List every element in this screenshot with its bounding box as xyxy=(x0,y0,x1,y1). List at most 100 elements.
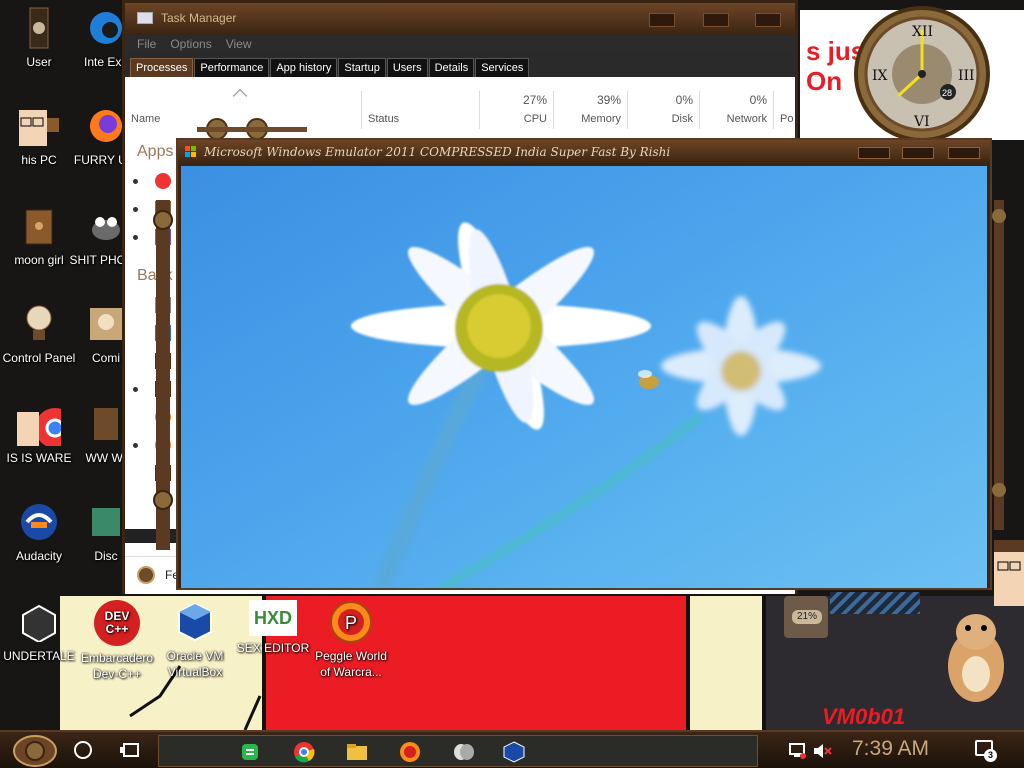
desktop-icon-this-pc[interactable]: his PC xyxy=(0,104,78,168)
clock-numeral-3: III xyxy=(958,68,975,84)
taskbar-file-explorer[interactable] xyxy=(342,739,372,765)
network-icon[interactable] xyxy=(788,742,808,760)
tab-services[interactable]: Services xyxy=(475,58,530,77)
menu-options[interactable]: Options xyxy=(170,35,211,53)
section-apps: Apps xyxy=(137,143,174,160)
desktop-icon-label: Embarcadero Dev-C++ xyxy=(80,651,154,681)
taskbar-notes-app[interactable] xyxy=(235,739,265,765)
desktop-icon-label: SEX EDITOR xyxy=(236,641,310,655)
windows-logo-icon xyxy=(185,146,196,157)
devcpp-icon: DEV C++ xyxy=(94,600,140,646)
volume-muted-icon[interactable] xyxy=(812,742,832,760)
minimize-button[interactable] xyxy=(858,147,890,159)
expand-bullet[interactable] xyxy=(133,179,138,184)
expand-bullet[interactable] xyxy=(133,387,138,392)
bee-cursor-icon xyxy=(638,370,659,389)
chrome-icon xyxy=(294,742,315,763)
emulator-titlebar[interactable]: Microsoft Windows Emulator 2011 COMPRESS… xyxy=(178,140,990,164)
expand-bullet[interactable] xyxy=(133,235,138,240)
folder-trunk-icon xyxy=(17,204,61,248)
desktop-icon-dev-cpp[interactable]: DEV C++ Embarcadero Dev-C++ xyxy=(78,600,156,682)
desktop-icon-label: Audacity xyxy=(15,549,63,563)
taskbar-clock[interactable]: 7:39 AM xyxy=(852,737,929,761)
user-icon xyxy=(17,6,61,50)
desktop-icon-label: his PC xyxy=(21,153,57,167)
close-button[interactable] xyxy=(948,147,980,159)
clock-numeral-6: VI xyxy=(913,114,930,130)
column-memory[interactable]: 39% Memory xyxy=(553,91,627,129)
unity-icon xyxy=(17,600,61,644)
masks-icon xyxy=(454,744,474,760)
close-button[interactable] xyxy=(755,13,781,27)
desktop-icon-undertale[interactable]: UNDERTALE xyxy=(0,600,78,664)
desktop-icon-virtualbox[interactable]: Oracle VM VirtualBox xyxy=(156,600,234,680)
taskbar-chrome[interactable] xyxy=(289,739,319,765)
desktop-icon-label: Control Panel xyxy=(2,351,76,365)
chrome-icon xyxy=(155,173,171,189)
notification-count-badge: 3 xyxy=(984,749,997,762)
gauge-readout: 21% xyxy=(792,610,822,624)
desktop-icon-peggle[interactable]: P Peggle World of Warcra... xyxy=(312,600,390,680)
desktop-icon-hex-editor[interactable]: HXD SEX EDITOR xyxy=(234,600,312,656)
gear-decoration xyxy=(197,118,307,139)
tab-app-history[interactable]: App history xyxy=(270,58,338,77)
taskbar-virtualbox[interactable] xyxy=(499,739,529,765)
desktop-icon-label: User xyxy=(26,55,52,69)
emulator-window[interactable]: Microsoft Windows Emulator 2011 COMPRESS… xyxy=(176,138,992,590)
virtualbox-icon xyxy=(503,741,525,763)
taskbar-masks-app[interactable] xyxy=(449,739,479,765)
clock-date-badge: 28 xyxy=(942,88,952,98)
task-view-button[interactable] xyxy=(120,742,140,758)
clock-numeral-12: XII xyxy=(912,24,933,40)
tab-processes[interactable]: Processes xyxy=(130,58,194,77)
column-cpu[interactable]: 27% CPU xyxy=(479,91,553,129)
start-button[interactable] xyxy=(12,734,58,768)
desktop-icon-user[interactable]: User xyxy=(0,6,78,70)
fewer-details-icon[interactable] xyxy=(137,566,155,584)
maximize-button[interactable] xyxy=(703,13,729,27)
chrome-icon xyxy=(17,402,61,446)
column-disk[interactable]: 0% Disk xyxy=(627,91,699,129)
column-status[interactable]: Status xyxy=(361,91,479,129)
column-power[interactable]: Po xyxy=(773,91,795,129)
expand-bullet[interactable] xyxy=(133,207,138,212)
taskbar: 7:39 AM 3 xyxy=(0,730,1024,768)
memory-percent: 39% xyxy=(596,93,621,107)
emulator-screen[interactable] xyxy=(181,166,987,588)
pipe-decoration xyxy=(153,200,173,550)
taskbar-peggle[interactable] xyxy=(395,739,425,765)
expand-bullet[interactable] xyxy=(133,443,138,448)
taskbar-apps xyxy=(158,735,758,767)
tab-details[interactable]: Details xyxy=(428,58,475,77)
tab-performance[interactable]: Performance xyxy=(194,58,270,77)
desktop-icon-audacity[interactable]: Audacity xyxy=(0,500,78,564)
task-manager-title: Task Manager xyxy=(161,11,237,25)
minimize-button[interactable] xyxy=(649,13,675,27)
task-manager-titlebar[interactable]: Task Manager xyxy=(125,3,795,35)
cpu-percent: 27% xyxy=(522,93,547,107)
peggle-icon xyxy=(400,742,420,762)
pipe-decoration xyxy=(992,200,1006,530)
virtualbox-icon xyxy=(173,600,217,644)
disk-percent: 0% xyxy=(675,93,693,107)
desktop-icon-is-is-ware[interactable]: IS IS WARE xyxy=(0,402,78,466)
desktop-icon-label: IS IS WARE xyxy=(6,451,72,465)
notes-icon xyxy=(242,744,258,760)
maximize-button[interactable] xyxy=(902,147,934,159)
folder-icon xyxy=(347,744,367,760)
daisy-wallpaper-image xyxy=(351,222,821,588)
column-network[interactable]: 0% Network xyxy=(699,91,773,129)
desktop-icon-control-panel[interactable]: Control Panel xyxy=(0,302,78,366)
hxd-icon: HXD xyxy=(249,600,297,636)
search-button[interactable] xyxy=(74,741,92,759)
tab-users[interactable]: Users xyxy=(386,58,428,77)
task-manager-tabs: Processes Performance App history Startu… xyxy=(125,53,795,77)
task-manager-icon xyxy=(137,12,153,24)
desktop-icon-moon-girl[interactable]: moon girl xyxy=(0,204,78,268)
audacity-icon xyxy=(17,500,61,544)
tab-startup[interactable]: Startup xyxy=(338,58,386,77)
lightbulb-icon xyxy=(17,302,61,346)
task-manager-menubar: File Options View xyxy=(125,35,795,53)
menu-view[interactable]: View xyxy=(226,35,252,53)
menu-file[interactable]: File xyxy=(137,35,156,53)
